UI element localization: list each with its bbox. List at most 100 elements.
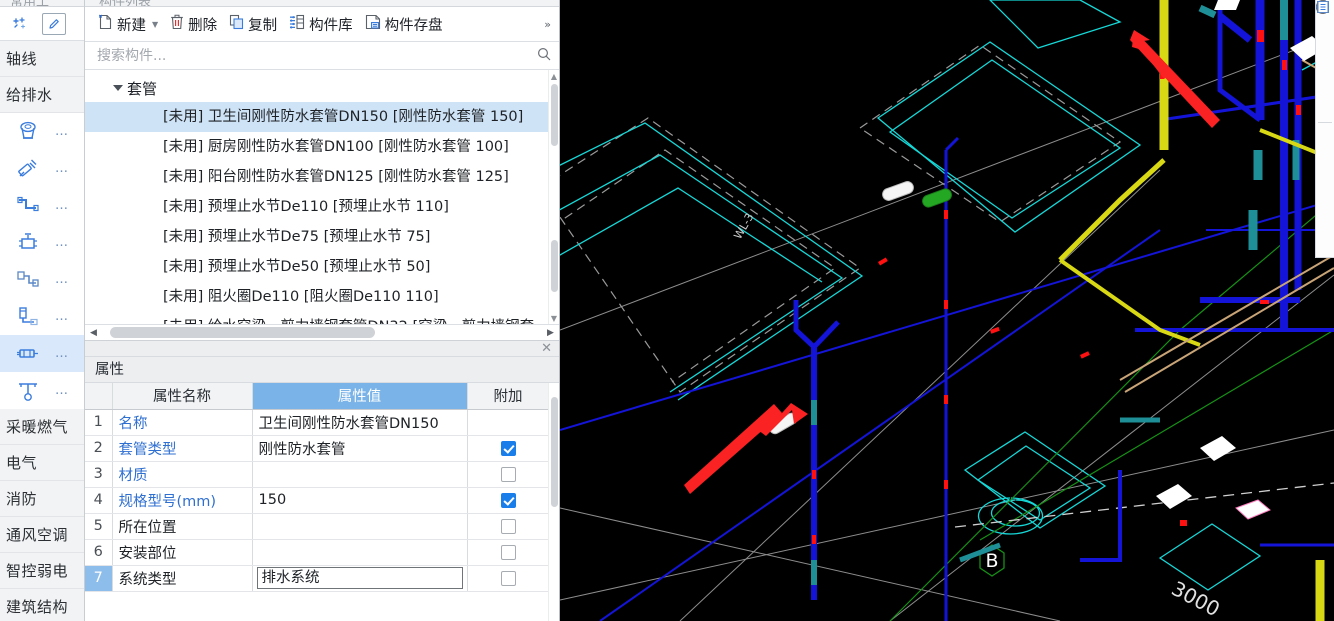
hscroll-track[interactable]	[100, 327, 544, 338]
row-attach-cell[interactable]	[467, 461, 550, 488]
sidebar-category-axis[interactable]: 轴线	[0, 41, 84, 77]
scroll-left-icon[interactable]: ◀	[87, 328, 100, 338]
list-item[interactable]: [未用] 阻火圈De110 [阻火圈De110 110]	[85, 282, 549, 312]
tree-horizontal-scrollbar[interactable]: ◀ ▶	[85, 325, 559, 341]
tree-group-sleeve[interactable]: 套管	[85, 74, 549, 102]
tool-floor-drain[interactable]: …	[0, 372, 84, 409]
attach-checkbox[interactable]	[500, 544, 516, 560]
sidebar-category-heating-gas[interactable]: 采暖燃气	[0, 409, 84, 445]
table-row[interactable]: 5 所在位置	[85, 513, 550, 540]
tool-pipe-fitting[interactable]: …	[0, 261, 84, 298]
tool-more-dots[interactable]: …	[55, 273, 69, 286]
attach-checkbox[interactable]	[500, 492, 516, 508]
tool-sleeve[interactable]: …	[0, 335, 84, 372]
tool-more-dots[interactable]: …	[55, 199, 69, 212]
copy-button[interactable]: 复制	[224, 11, 282, 38]
list-item[interactable]: [未用] 预埋止水节De110 [预埋止水节 110]	[85, 192, 549, 222]
attach-checkbox[interactable]	[500, 570, 516, 586]
row-property-value[interactable]	[252, 539, 468, 566]
new-button[interactable]: 新建 ▼	[93, 11, 163, 38]
row-property-value[interactable]	[252, 513, 468, 540]
sidebar-category-hvac[interactable]: 通风空调	[0, 517, 84, 553]
attach-checkbox[interactable]	[500, 518, 516, 534]
component-library-button[interactable]: 构件库	[284, 11, 358, 38]
table-row[interactable]: 3 材质	[85, 461, 550, 488]
row-property-name[interactable]: 安装部位	[112, 539, 253, 566]
row-property-name[interactable]: 材质	[112, 461, 253, 488]
table-row[interactable]: 6 安装部位	[85, 539, 550, 566]
list-panel-icon[interactable]	[1317, 1, 1333, 147]
scroll-thumb[interactable]	[551, 397, 558, 507]
search-input[interactable]	[95, 46, 537, 65]
row-property-name[interactable]: 名称	[112, 409, 253, 436]
tool-more-dots[interactable]: …	[55, 125, 69, 138]
magic-wand-icon[interactable]	[8, 13, 32, 35]
attach-checkbox[interactable]	[500, 440, 516, 456]
row-property-name[interactable]: 套管类型	[112, 435, 253, 462]
scroll-thumb-lower[interactable]	[551, 240, 558, 292]
list-item[interactable]: [未用] 卫生间刚性防水套管DN150 [刚性防水套管 150]	[85, 102, 549, 132]
row-property-name[interactable]: 规格型号(mm)	[112, 487, 253, 514]
list-item[interactable]: [未用] 预埋止水节De75 [预埋止水节 75]	[85, 222, 549, 252]
scroll-up-icon[interactable]: ▲	[549, 70, 559, 82]
system-type-input[interactable]: 排水系统	[256, 567, 463, 589]
tool-sanitary-fixture[interactable]: …	[0, 113, 84, 150]
close-icon[interactable]: ✕	[541, 342, 552, 355]
row-attach-cell[interactable]	[467, 487, 550, 514]
table-row[interactable]: 2 套管类型 刚性防水套管	[85, 435, 550, 462]
sidebar-category-structure[interactable]: 建筑结构	[0, 589, 84, 621]
row-attach-cell[interactable]	[467, 565, 550, 592]
hscroll-thumb[interactable]	[110, 327, 375, 338]
chevron-down-icon[interactable]: ▼	[152, 20, 158, 29]
tool-more-dots[interactable]: …	[55, 310, 69, 323]
scroll-thumb[interactable]	[551, 84, 558, 146]
row-property-value[interactable]	[252, 461, 468, 488]
scroll-down-icon[interactable]: ▼	[549, 312, 559, 324]
row-property-value[interactable]: 150	[252, 487, 468, 514]
table-row[interactable]: 4 规格型号(mm) 150	[85, 487, 550, 514]
tool-faucet[interactable]: …	[0, 150, 84, 187]
row-property-value[interactable]: 卫生间刚性防水套管DN150	[252, 409, 468, 436]
tool-more-dots[interactable]: …	[55, 236, 69, 249]
tool-more-dots[interactable]: …	[55, 162, 69, 175]
row-attach-cell[interactable]	[467, 539, 550, 566]
list-item[interactable]: [未用] 厨房刚性防水套管DN100 [刚性防水套管 100]	[85, 132, 549, 162]
tree-vertical-scrollbar[interactable]: ▲ ▼	[548, 70, 559, 324]
clipboard-icon[interactable]	[1318, 0, 1333, 89]
tool-pipe-riser[interactable]: …	[0, 298, 84, 335]
sidebar-category-electrical[interactable]: 电气	[0, 445, 84, 481]
row-property-value-cell[interactable]: 排水系统	[252, 565, 468, 592]
tool-more-dots[interactable]: …	[55, 384, 69, 397]
search-icon[interactable]	[537, 46, 551, 65]
table-row[interactable]: 1 名称 卫生间刚性防水套管DN150	[85, 409, 550, 436]
row-attach-cell[interactable]	[467, 513, 550, 540]
attach-checkbox[interactable]	[500, 466, 516, 482]
tool-more-dots[interactable]: …	[55, 347, 69, 360]
row-property-value[interactable]: 刚性防水套管	[252, 435, 468, 462]
tool-valve[interactable]: …	[0, 224, 84, 261]
model-canvas[interactable]: B 3000 WL-3	[560, 0, 1334, 621]
delete-button[interactable]: 删除	[165, 11, 222, 38]
tool-pipe-route[interactable]: …	[0, 187, 84, 224]
row-attach-cell[interactable]	[467, 435, 550, 462]
row-property-name[interactable]: 所在位置	[112, 513, 253, 540]
circle-arc-icon[interactable]	[1316, 0, 1333, 113]
sidebar-category-plumbing[interactable]: 给排水	[0, 77, 84, 113]
list-item[interactable]: [未用] 预埋止水节De50 [预埋止水节 50]	[85, 252, 549, 282]
3d-model-viewport[interactable]: B 3000 WL-3	[560, 0, 1334, 621]
table-row[interactable]: 7 系统类型 排水系统	[85, 565, 550, 592]
list-item[interactable]: [未用] 阳台刚性防水套管DN125 [刚性防水套管 125]	[85, 162, 549, 192]
properties-vertical-scrollbar[interactable]	[548, 383, 559, 621]
edit-pencil-icon[interactable]	[42, 12, 66, 35]
chevron-down-icon[interactable]	[113, 85, 123, 91]
list-item[interactable]: [未用] 给水穿梁、剪力墙钢套管DN32 [穿梁、剪力墙钢套	[85, 312, 549, 324]
toolbar-overflow-button[interactable]: »	[539, 14, 555, 35]
scroll-right-icon[interactable]: ▶	[544, 328, 557, 338]
component-library-label: 构件库	[309, 17, 353, 34]
cube-3d-icon[interactable]	[1317, 0, 1333, 65]
sidebar-category-low-voltage[interactable]: 智控弱电	[0, 553, 84, 589]
component-save-button[interactable]: 构件存盘	[360, 11, 448, 38]
sidebar-category-fire[interactable]: 消防	[0, 481, 84, 517]
row-property-name[interactable]: 系统类型	[112, 565, 253, 592]
layer-2d-icon[interactable]: 2	[1317, 1, 1333, 41]
